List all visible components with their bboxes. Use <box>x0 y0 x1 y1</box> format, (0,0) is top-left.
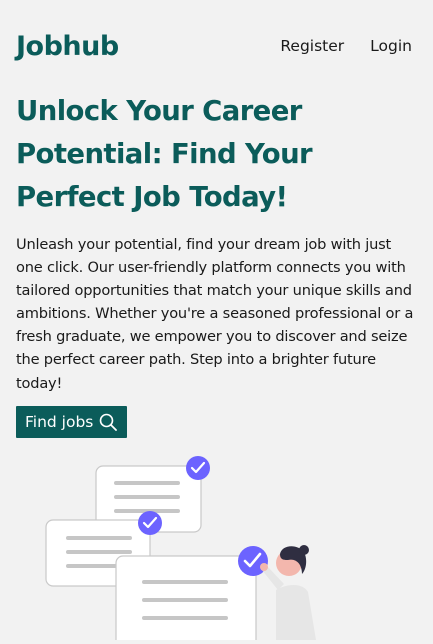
check-badge-icon <box>186 456 210 480</box>
check-badge-icon <box>138 511 162 535</box>
hero-title: Unlock Your Career Potential: Find Your … <box>16 95 313 213</box>
person-figure <box>260 545 316 640</box>
find-jobs-label: Find jobs <box>25 413 94 431</box>
find-jobs-button[interactable]: Find jobs <box>16 406 128 438</box>
document-card-front <box>115 555 257 644</box>
site-logo[interactable]: Jobhub <box>16 31 119 62</box>
job-cards-illustration <box>40 450 340 644</box>
login-link[interactable]: Login <box>370 37 412 55</box>
top-navbar: Jobhub Register Login <box>16 28 412 64</box>
register-link[interactable]: Register <box>280 37 344 55</box>
search-icon <box>99 413 118 431</box>
nav-links: Register Login <box>280 37 412 55</box>
hero-description: Unleash your potential, find your dream … <box>16 236 414 392</box>
